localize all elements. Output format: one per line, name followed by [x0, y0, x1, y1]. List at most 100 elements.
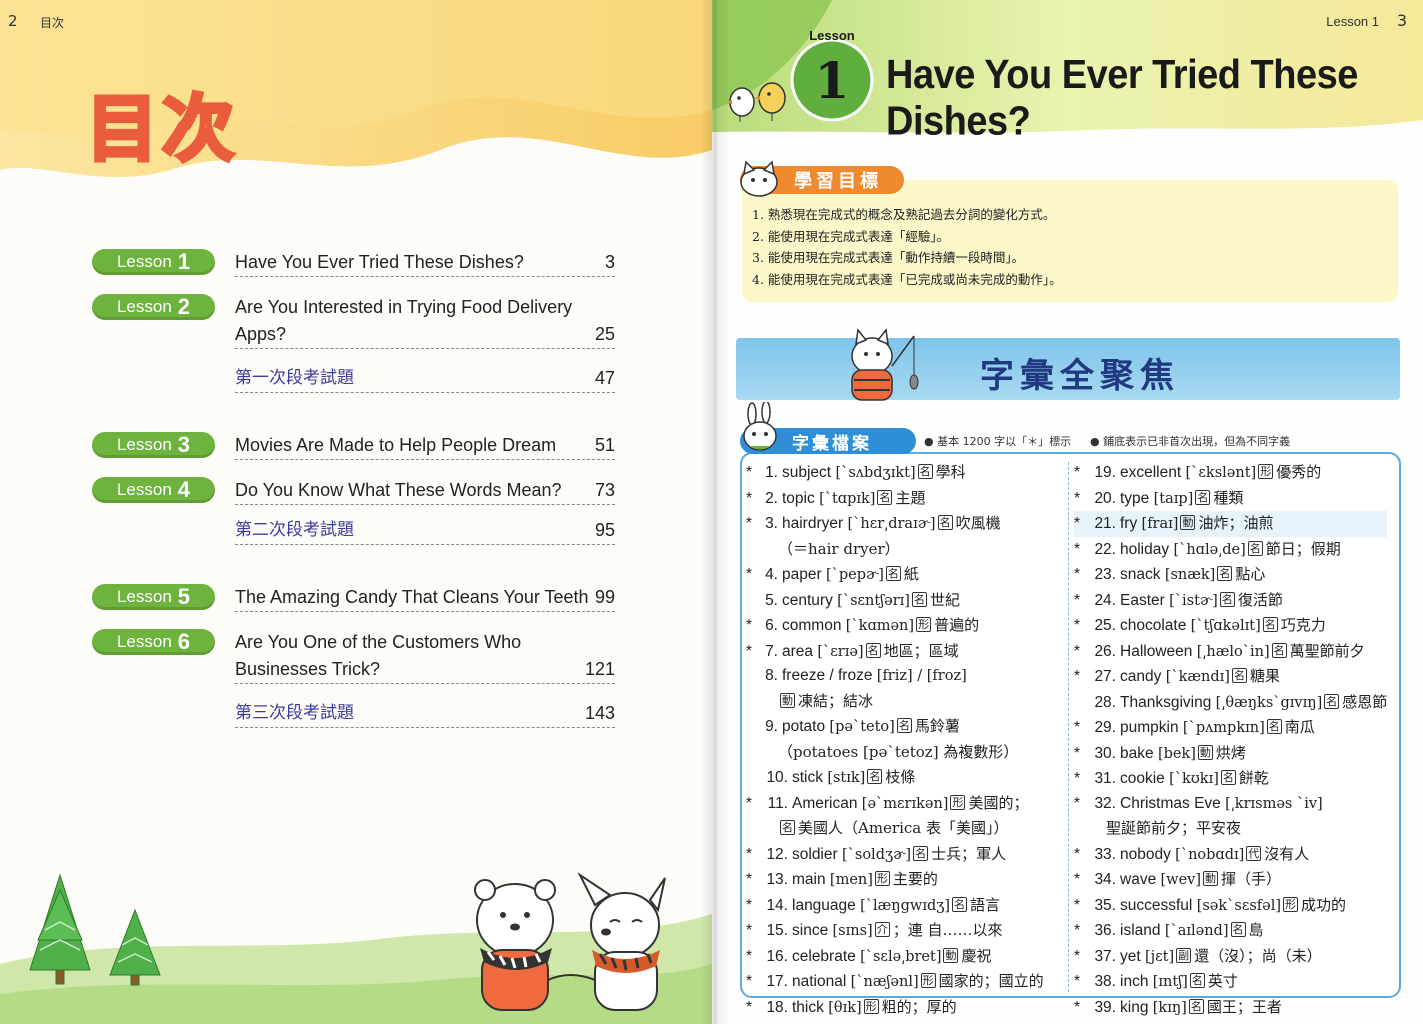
- vocab-number: 10.: [766, 769, 788, 786]
- vocab-number: 17.: [766, 973, 788, 990]
- vocab-phonetic: [sɪns]: [832, 923, 873, 939]
- svg-text:Lesson: Lesson: [809, 30, 855, 43]
- part-of-speech-badge: 動: [943, 947, 959, 963]
- vocab-number: 2.: [765, 489, 778, 507]
- vocab-number: 16.: [766, 947, 788, 965]
- vocab-word: wave: [1120, 871, 1157, 888]
- part-of-speech-badge: 名: [1219, 591, 1235, 607]
- left-page: 2 目次 目次 Lesson 1 Have You Ever Tried Thes…: [0, 0, 712, 1024]
- vocab-phonetic: [pəˋteto]: [829, 719, 895, 735]
- bear-characters-illustration: [474, 872, 666, 1011]
- basic-word-marker: *: [746, 998, 753, 1016]
- part-of-speech-badge: 名: [937, 515, 953, 530]
- basic-word-marker: *: [1074, 464, 1081, 481]
- toc-page-number: 121: [584, 659, 615, 679]
- vocab-item: * 37. yet [jɛt] 副還（沒）；尚（未）: [1074, 944, 1387, 970]
- vocab-continuation-text: 凍結；結冰: [798, 691, 874, 710]
- vocab-item: * 11. American [əˋmɛrɪkən] 形美國的；: [746, 791, 1044, 817]
- vocab-word: bake: [1120, 744, 1154, 762]
- running-header: 目次: [40, 16, 65, 30]
- vocab-word: fry: [1120, 515, 1138, 532]
- cat-icon: [740, 160, 778, 197]
- part-of-speech-badge: 副: [1176, 947, 1192, 963]
- toc-exam-title: 第一次段考試題: [235, 368, 354, 388]
- part-of-speech-badge: 名: [780, 820, 795, 835]
- vocab-meaning: 枝條: [885, 768, 916, 786]
- vocab-word: common: [782, 617, 842, 634]
- basic-word-marker: *: [746, 947, 753, 965]
- vocab-meaning: 種類: [1213, 488, 1244, 507]
- vocab-number: 9.: [765, 718, 778, 735]
- vocab-word: Halloween: [1120, 642, 1193, 660]
- running-header: Lesson 1: [1326, 14, 1379, 29]
- part-of-speech-badge: 形: [950, 794, 966, 810]
- lesson-pill: Lesson 1: [92, 249, 215, 275]
- vocab-continuation-text: （＝hair dryer）: [778, 539, 900, 558]
- vocab-meaning: 普遍的: [934, 616, 980, 634]
- vocab-meaning: 沒有人: [1264, 844, 1310, 863]
- vocab-meaning: 美國的；: [968, 793, 1029, 812]
- vocab-number: 26.: [1094, 642, 1116, 660]
- part-of-speech-badge: 形: [916, 617, 932, 632]
- rabbit-icon: [743, 402, 777, 451]
- vocab-number: 13.: [766, 871, 788, 888]
- toc-entry-title: Have You Ever Tried These Dishes?: [235, 252, 524, 272]
- vocab-word: Thanksgiving: [1120, 693, 1212, 711]
- vocab-number: 11.: [767, 794, 788, 812]
- vocab-item: * 13. main [men] 形主要的: [746, 867, 1044, 893]
- vocab-phonetic: [ˋpʌmpkɪn]: [1182, 720, 1265, 736]
- vocab-phonetic: [friz] / [froz]: [876, 668, 967, 684]
- vocab-word: language: [792, 896, 856, 914]
- vocab-item-continuation: （potatoes [pəˋtetoz] 為複數形）: [746, 740, 1044, 766]
- vocab-meaning: 語言: [970, 895, 1001, 914]
- vocab-item: * 6. common [ˋkɑmən] 形普遍的: [746, 613, 1044, 639]
- birds-illustration: [726, 82, 786, 122]
- basic-word-marker: *: [746, 515, 753, 532]
- vocab-meaning: 士兵；軍人: [931, 844, 1007, 863]
- vocab-meaning: 南瓜: [1284, 718, 1315, 736]
- vocab-number: 31.: [1094, 770, 1116, 787]
- vocab-phonetic: [ˋnobɑdɪ]: [1175, 846, 1245, 863]
- basic-word-marker: *: [746, 922, 753, 939]
- vocab-phonetic: [ˋɛkslənt]: [1185, 465, 1257, 481]
- basic-word-marker: *: [1074, 922, 1081, 939]
- basic-word-marker: *: [1074, 617, 1081, 634]
- part-of-speech-badge: 介: [874, 922, 890, 937]
- vocab-number: 29.: [1094, 719, 1116, 736]
- vocab-number: 12.: [766, 845, 788, 863]
- vocab-phonetic: [ˋsɛntʃərɪ]: [837, 592, 910, 609]
- vocab-number: 37.: [1094, 947, 1116, 965]
- vocab-meaning: 還（沒）；尚（未）: [1194, 946, 1322, 965]
- toc-entry-title-cont: Businesses Trick?: [235, 659, 381, 679]
- toc-entry-title: Are You Interested in Trying Food Delive…: [235, 297, 573, 317]
- toc-entry-title-cont: Apps?: [235, 324, 287, 344]
- basic-word-marker: *: [746, 489, 753, 507]
- vocab-word: cookie: [1120, 770, 1165, 787]
- vocab-word: soldier: [792, 845, 838, 863]
- part-of-speech-badge: 名: [1188, 998, 1204, 1014]
- vocab-number: 19.: [1094, 464, 1116, 481]
- vocab-number: 34.: [1094, 871, 1116, 888]
- basic-word-marker: *: [1074, 998, 1081, 1016]
- vocab-banner-title: 字彙全聚焦: [980, 356, 1180, 396]
- vocab-meaning: 揮（手）: [1221, 870, 1282, 888]
- fishing-cat-illustration: [851, 328, 919, 401]
- basic-word-marker: *: [1074, 947, 1081, 965]
- vocab-word: topic: [782, 489, 815, 507]
- vocab-number: 24.: [1094, 591, 1116, 609]
- part-of-speech-badge: 名: [865, 642, 881, 658]
- lesson-pill: Lesson 6: [92, 629, 215, 655]
- vocab-phonetic: [men]: [829, 872, 873, 888]
- vocab-meaning: 優秀的: [1276, 463, 1322, 481]
- basic-word-marker: *: [746, 973, 753, 990]
- vocab-word: island: [1120, 922, 1161, 939]
- basic-word-marker: *: [1074, 794, 1081, 812]
- basic-word-marker: *: [746, 566, 753, 583]
- lesson-pill: Lesson 5: [92, 584, 215, 610]
- part-of-speech-badge: 名: [917, 464, 933, 479]
- basic-word-marker: *: [1074, 973, 1081, 990]
- vocab-item: * 27. candy [ˋkændɪ] 名糖果: [1074, 664, 1387, 690]
- vocab-meaning: 糖果: [1249, 667, 1280, 685]
- right-page: Lesson 1 3 1 Lesson Have You Ever Tried …: [712, 0, 1423, 1024]
- lesson-title: Have You Ever Tried These Dishes?: [886, 52, 1358, 145]
